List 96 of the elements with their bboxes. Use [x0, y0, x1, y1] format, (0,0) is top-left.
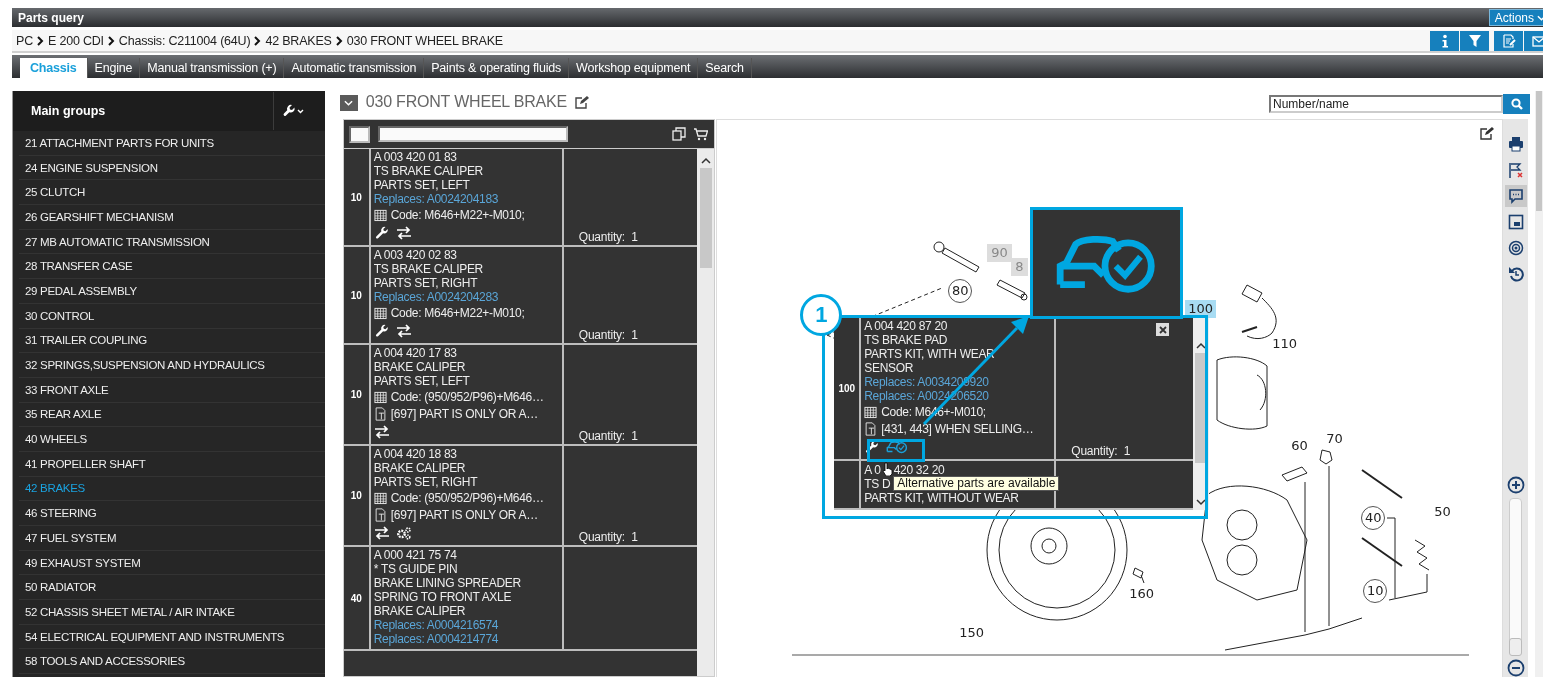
part-description: SENSOR [864, 361, 914, 375]
code-text: Code: (950/952/P96)+M646… [390, 389, 544, 404]
tab[interactable]: Automatic transmission [284, 58, 425, 78]
part-description: TS BRAKE CALIPER [373, 164, 483, 178]
callout-number[interactable]: 10 [1363, 579, 1388, 603]
item-number: 100 [838, 383, 856, 394]
breadcrumb-link[interactable]: PC [16, 33, 33, 48]
part-description: BRAKE LINING SPREADER [373, 576, 521, 590]
replacement-link[interactable]: Replaces: A0024204183 [373, 192, 560, 206]
code-text: Code: M646+M22+-M010; [390, 207, 525, 222]
part-description: * TS GUIDE PIN [373, 562, 458, 576]
part-description: BRAKE CALIPER [373, 604, 466, 618]
quantity-text: Quantity: 1 [578, 530, 638, 544]
sidebar-item[interactable]: 50 RADIATOR [19, 575, 325, 601]
sidebar-item[interactable]: 21 ATTACHMENT PARTS FOR UNITS [19, 131, 325, 156]
sidebar-item[interactable]: 28 TRANSFER CASE [19, 254, 325, 280]
part-number: A 003 420 01 83 [373, 150, 458, 164]
tab[interactable]: Search [698, 58, 752, 78]
part-description: TS BRAKE PAD [864, 333, 948, 347]
quantity-text: Quantity: 1 [578, 429, 638, 443]
group-title: 030 FRONT WHEEL BRAKE [365, 93, 567, 111]
callout-number[interactable]: 70 [1324, 431, 1345, 447]
part-description: PARTS SET, RIGHT [373, 276, 478, 290]
part-number: A 004 420 17 83 [373, 346, 458, 360]
part-description: PARTS SET, LEFT [373, 178, 470, 192]
callout-number[interactable]: 160 [1127, 586, 1157, 602]
item-number: 10 [350, 289, 362, 301]
sidebar-item[interactable]: 49 EXHAUST SYSTEM [19, 550, 325, 576]
callout-number[interactable]: 110 [1270, 336, 1300, 352]
sidebar-item[interactable]: 33 FRONT AXLE [19, 377, 325, 403]
sidebar-item[interactable]: 24 ENGINE SUSPENSION [19, 155, 325, 181]
item-number: 10 [350, 389, 362, 400]
part-description: SPRING TO FRONT AXLE [373, 590, 512, 604]
callout-number[interactable]: 40 [1361, 506, 1386, 530]
part-description: PARTS SET, RIGHT [373, 475, 478, 489]
sidebar-item[interactable]: 29 PEDAL ASSEMBLY [19, 279, 325, 304]
sidebar-item[interactable]: 58 TOOLS AND ACCESSORIES [19, 649, 325, 675]
sidebar-item[interactable]: 32 SPRINGS,SUSPENSION AND HYDRAULICS [19, 353, 325, 378]
sidebar-item[interactable]: 27 MB AUTOMATIC TRANSMISSION [19, 229, 325, 255]
actions-button[interactable]: Actions [1488, 9, 1543, 26]
callout-number[interactable]: 50 [1432, 504, 1453, 520]
sidebar-item[interactable]: 26 GEARSHIFT MECHANISM [19, 205, 325, 230]
part-number: 420 32 20 [893, 463, 945, 477]
part-description: TS D [864, 477, 891, 491]
part-description: PARTS SET, LEFT [373, 374, 470, 388]
note-text: [697] PART IS ONLY OR A… [390, 406, 538, 421]
tab[interactable]: Paints & operating fluids [424, 58, 570, 78]
callout-number[interactable]: 100 [1185, 300, 1217, 318]
search-field[interactable]: Number/name [1269, 95, 1503, 113]
part-number: A 0 [864, 463, 881, 477]
breadcrumb-link[interactable]: 42 BRAKES [265, 33, 332, 48]
sidebar-item[interactable]: 35 REAR AXLE [19, 402, 325, 428]
item-number: 40 [350, 592, 362, 604]
callout-number[interactable]: 150 [957, 625, 987, 641]
breadcrumb-link[interactable]: E 200 CDI [47, 33, 104, 48]
breadcrumb-link[interactable]: Chassis: C211004 (64U) [118, 33, 251, 48]
replacement-link[interactable]: Replaces: A0004216574 [373, 618, 560, 632]
code-text: Code: M646+M22+-M010; [390, 305, 525, 320]
tooltip: Alternative parts are available [893, 476, 1060, 491]
sidebar-item[interactable]: 25 CLUTCH [19, 180, 325, 206]
quantity-text: Quantity: 1 [578, 230, 638, 244]
breadcrumb-link[interactable]: 030 FRONT WHEEL BRAKE [346, 33, 503, 48]
tab[interactable]: Manual transmission (+) [140, 58, 285, 78]
code-text: Code: (950/952/P96)+M646… [390, 490, 544, 505]
part-description: BRAKE CALIPER [373, 461, 466, 475]
tab[interactable]: Engine [87, 58, 141, 78]
item-number: 10 [350, 490, 362, 501]
callout-number[interactable]: 60 [1289, 438, 1310, 454]
part-description: PARTS KIT, WITHOUT WEAR [864, 491, 1019, 505]
sidebar-item[interactable]: 42 BRAKES [19, 476, 325, 502]
part-number: A 000 421 75 74 [373, 548, 458, 562]
part-number: A 004 420 87 20 [864, 319, 949, 333]
part-number: A 004 420 18 83 [373, 447, 458, 461]
step-number: 1 [800, 294, 843, 336]
replacement-link[interactable]: Replaces: A0024204283 [373, 290, 560, 304]
sidebar-item[interactable]: 47 FUEL SYSTEM [19, 526, 325, 551]
note-text: [431, 443] WHEN SELLING… [881, 421, 1034, 436]
item-number: 10 [350, 191, 362, 203]
part-description: BRAKE CALIPER [373, 360, 466, 374]
note-text: [697] PART IS ONLY OR A… [390, 507, 538, 522]
sidebar-item[interactable]: 30 CONTROL [19, 303, 325, 329]
tab[interactable]: Workshop equipment [569, 58, 699, 78]
callout-number[interactable]: 80 [948, 279, 973, 303]
part-number: A 003 420 02 83 [373, 248, 458, 262]
sidebar-item[interactable]: 41 PROPELLER SHAFT [19, 451, 325, 477]
sidebar-item[interactable]: 31 TRAILER COUPLING [19, 328, 325, 354]
window-title: Parts query [18, 10, 85, 25]
sidebar-item[interactable]: 46 STEERING [19, 501, 325, 526]
sidebar-item[interactable]: 54 ELECTRICAL EQUIPMENT AND INSTRUMENTS [19, 624, 325, 650]
quantity-text: Quantity: 1 [1071, 444, 1131, 458]
sidebar-item[interactable]: 40 WHEELS [19, 427, 325, 452]
sidebar-item[interactable]: 52 CHASSIS SHEET METAL / AIR INTAKE [19, 600, 325, 625]
part-description: TS BRAKE CALIPER [373, 262, 483, 276]
sidebar-title: Main groups [31, 104, 106, 118]
quantity-text: Quantity: 1 [578, 328, 638, 342]
replacement-link[interactable]: Replaces: A0004214774 [373, 632, 560, 646]
